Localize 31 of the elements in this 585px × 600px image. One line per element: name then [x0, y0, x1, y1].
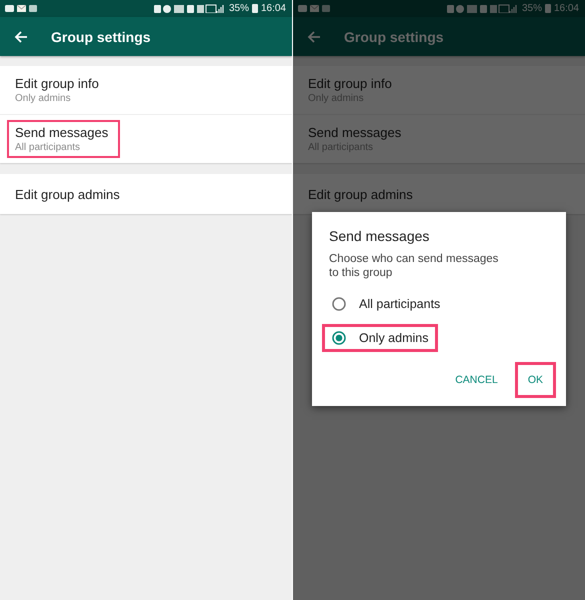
- setting-title: Edit group admins: [15, 186, 120, 202]
- battery-percentage: 35%: [228, 3, 249, 14]
- clock: 16:04: [260, 3, 286, 14]
- dialog-button[interactable]: OK: [514, 362, 556, 398]
- option-label[interactable]: All participants: [359, 297, 440, 311]
- setting-title: Edit group info: [15, 76, 99, 91]
- dialog-message: Choose who can send messages to this group: [329, 252, 500, 280]
- back-arrow-icon: [14, 30, 28, 42]
- setting-value: Only admins: [15, 93, 72, 104]
- setting-value: All participants: [15, 142, 82, 153]
- battery-icon: [252, 4, 258, 13]
- setting-title: Send messages: [308, 125, 402, 140]
- settings-row[interactable]: Edit group admins: [0, 174, 292, 214]
- mail-icon: [310, 5, 319, 12]
- settings-row[interactable]: Edit group info Only admins: [0, 66, 292, 114]
- mail-icon: [17, 5, 26, 12]
- setting-title: Send messages: [15, 125, 108, 140]
- screen-title: Group settings: [344, 28, 444, 44]
- dialog-title: Send messages: [329, 228, 430, 244]
- back-arrow-icon: [307, 30, 321, 42]
- clock: 16:04: [554, 3, 579, 14]
- setting-title: Edit group info: [308, 76, 392, 91]
- radio-button[interactable]: [332, 297, 346, 311]
- dialog-button[interactable]: CANCEL: [442, 362, 511, 398]
- screen-title: Group settings: [51, 28, 151, 44]
- battery-percentage: 35%: [522, 3, 542, 14]
- radio-button[interactable]: [332, 331, 346, 345]
- setting-title: Edit group admins: [308, 186, 413, 202]
- battery-icon: [544, 4, 551, 13]
- option-label[interactable]: Only admins: [359, 331, 428, 345]
- settings-row[interactable]: Send messages All participants: [0, 114, 292, 163]
